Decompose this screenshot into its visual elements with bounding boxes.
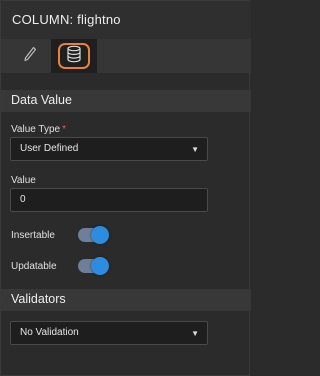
database-icon [66, 45, 82, 68]
value-type-select[interactable]: User Defined ▼ [10, 137, 208, 161]
insertable-label: Insertable [11, 230, 55, 241]
pencil-icon [23, 46, 37, 67]
chevron-down-icon: ▼ [191, 145, 199, 154]
value-type-label: Value Type * [11, 124, 66, 135]
tab-edit[interactable] [7, 39, 53, 73]
tab-strip [1, 39, 251, 73]
chevron-down-icon: ▼ [191, 329, 199, 338]
updatable-label: Updatable [11, 261, 57, 272]
value-label: Value [11, 175, 36, 186]
title-bar: COLUMN: flightno [1, 1, 251, 39]
panel-title: COLUMN: flightno [12, 12, 121, 27]
value-type-selected: User Defined [20, 143, 79, 154]
toggle-knob [91, 257, 109, 275]
updatable-toggle[interactable] [76, 256, 110, 276]
value-input-text: 0 [20, 194, 26, 205]
data-value-section-header: Data Value [1, 90, 251, 112]
validation-selected: No Validation [20, 327, 79, 338]
validators-section-title: Validators [11, 292, 66, 306]
data-value-section-title: Data Value [11, 93, 72, 107]
validators-section-header: Validators [1, 289, 251, 311]
required-asterisk: * [62, 124, 67, 135]
tab-data[interactable] [51, 39, 97, 73]
value-type-label-text: Value Type [11, 124, 61, 135]
validation-select[interactable]: No Validation ▼ [10, 321, 208, 345]
insertable-toggle[interactable] [76, 225, 110, 245]
value-input[interactable]: 0 [10, 188, 208, 212]
column-properties-panel: COLUMN: flightno Data Value Value Type *… [0, 0, 251, 376]
toggle-knob [91, 226, 109, 244]
